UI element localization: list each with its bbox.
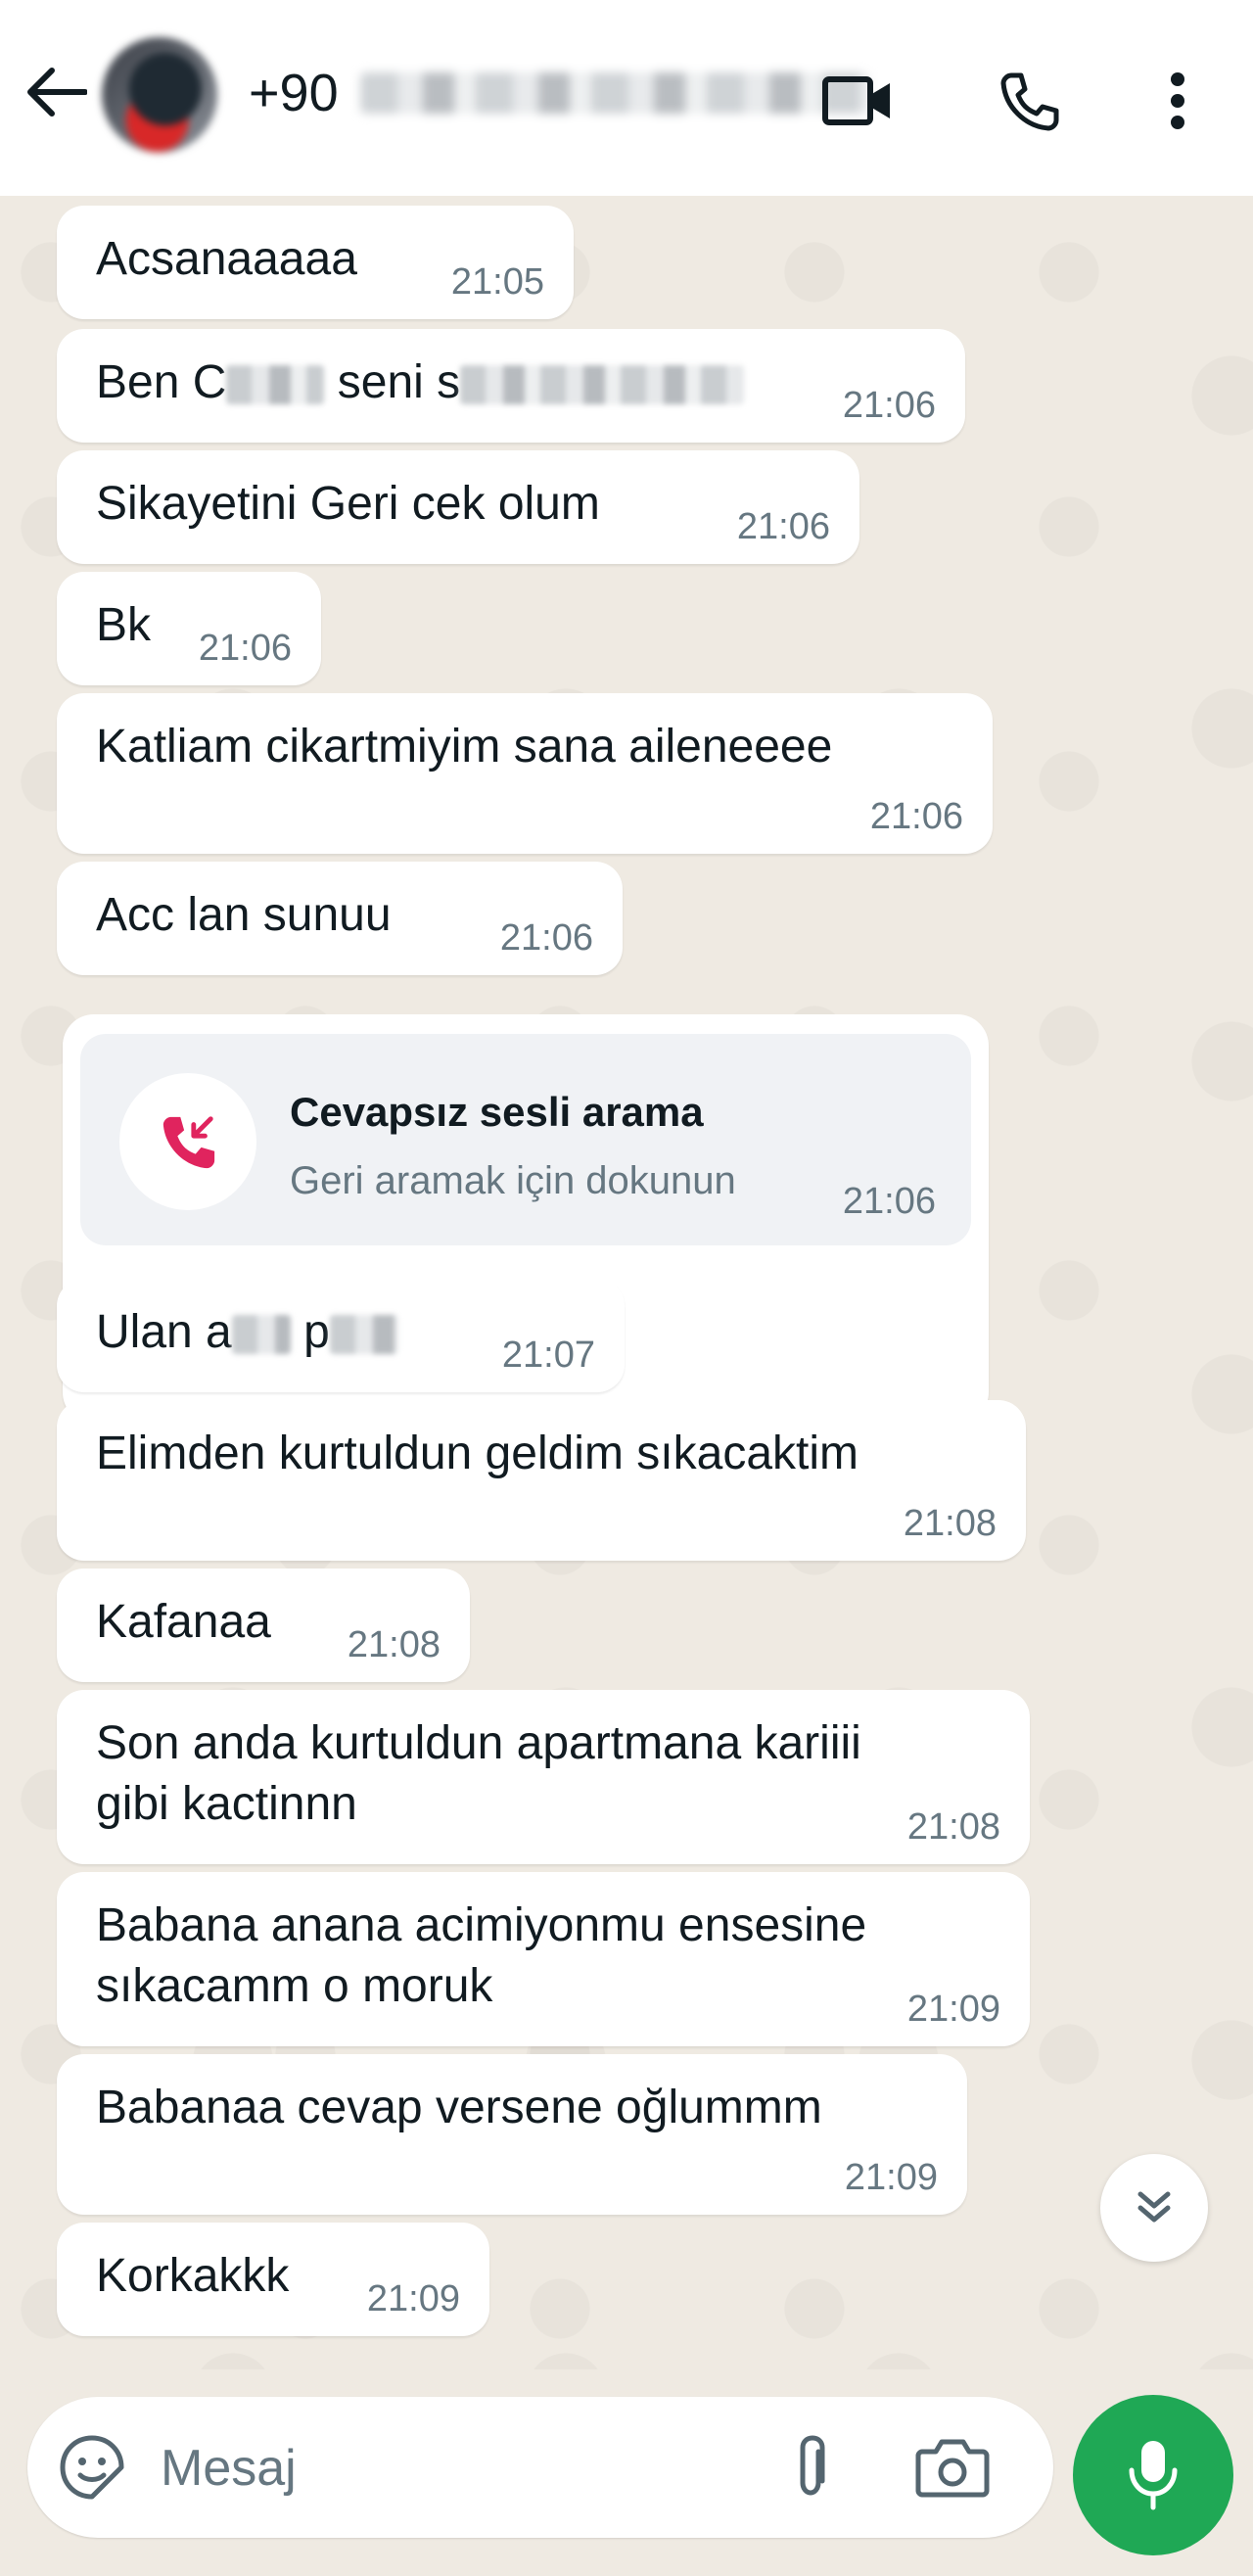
message-text-part: Ulan a xyxy=(96,1306,232,1358)
paperclip-icon[interactable] xyxy=(771,2428,850,2506)
missed-call-subtitle: Geri aramak için dokunun xyxy=(290,1159,736,1202)
message-bubble[interactable]: Babanaa cevap versene oğlummm 21:09 xyxy=(57,2054,967,2215)
message-input[interactable] xyxy=(159,2426,750,2510)
missed-call-icon xyxy=(119,1073,256,1210)
message-bubble[interactable]: Katliam cikartmiyim sana aileneeee 21:06 xyxy=(57,693,993,854)
message-bubble[interactable]: Bk 21:06 xyxy=(57,572,321,685)
message-bubble[interactable]: Elimden kurtuldun geldim sıkacaktim 21:0… xyxy=(57,1400,1026,1561)
message-time: 21:06 xyxy=(198,628,292,669)
camera-icon[interactable] xyxy=(908,2428,997,2506)
message-bubble[interactable]: Ben C seni s 21:06 xyxy=(57,329,965,443)
redacted-text xyxy=(231,1315,291,1355)
chat-area: Acsanaaaaa 21:05 Ben C seni s 21:06 Sika… xyxy=(0,196,1253,2389)
message-bubble[interactable]: Son anda kurtuldun apartmana kariiii gib… xyxy=(57,1690,1030,1864)
message-text-part: p xyxy=(290,1306,330,1358)
chat-header: +90 xyxy=(0,0,1253,196)
sticker-icon[interactable] xyxy=(53,2428,131,2506)
message-bubble[interactable]: Babana anana acimiyonmu ensesine sıkacam… xyxy=(57,1872,1030,2046)
more-vertical-icon[interactable] xyxy=(1134,57,1222,145)
message-text: Katliam cikartmiyim sana aileneeee xyxy=(96,721,833,773)
composer-bar xyxy=(0,2369,1253,2576)
missed-call-inner: Cevapsız sesli arama Geri aramak için do… xyxy=(80,1034,971,1245)
message-time: 21:06 xyxy=(736,506,830,547)
message-bubble[interactable]: Acsanaaaaa 21:05 xyxy=(57,206,574,319)
contact-phone-prefix: +90 xyxy=(249,64,339,122)
message-bubble[interactable]: Sikayetini Geri cek olum 21:06 xyxy=(57,450,859,564)
microphone-icon xyxy=(1129,2441,1178,2510)
message-bubble[interactable]: Korkakkk 21:09 xyxy=(57,2223,489,2336)
message-bubble[interactable]: Ulan a p 21:07 xyxy=(57,1279,625,1392)
message-time: 21:09 xyxy=(906,1989,1000,2030)
message-text: Elimden kurtuldun geldim sıkacaktim xyxy=(96,1428,859,1479)
message-time: 21:08 xyxy=(903,1503,997,1544)
message-time: 21:09 xyxy=(844,2157,938,2198)
video-camera-icon[interactable] xyxy=(814,57,903,145)
message-time: 21:06 xyxy=(842,385,936,426)
back-arrow-icon[interactable] xyxy=(22,57,92,127)
contact-name[interactable]: +90 xyxy=(249,63,869,123)
message-line: Babana anana acimiyonmu ensesine xyxy=(96,1899,867,1951)
microphone-button[interactable] xyxy=(1073,2395,1233,2555)
message-time: 21:09 xyxy=(366,2278,460,2319)
message-bubble[interactable]: Acc lan sunuu 21:06 xyxy=(57,862,623,975)
contact-avatar[interactable] xyxy=(102,37,217,153)
message-time: 21:08 xyxy=(347,1624,441,1665)
chevron-double-down-icon xyxy=(1137,2191,1171,2223)
missed-call-title: Cevapsız sesli arama xyxy=(290,1089,704,1135)
contact-phone-redacted xyxy=(359,72,869,114)
composer-pill xyxy=(27,2397,1053,2538)
message-time: 21:07 xyxy=(501,1335,595,1376)
message-text: Son anda kurtuldun apartmana kariiii gib… xyxy=(96,1713,995,1835)
scroll-to-bottom-button[interactable] xyxy=(1100,2154,1208,2262)
message-time: 21:08 xyxy=(906,1806,1000,1848)
message-text-part: Ben C xyxy=(96,356,227,408)
message-line: Son anda kurtuldun apartmana kariiii xyxy=(96,1717,861,1769)
phone-icon[interactable] xyxy=(985,57,1073,145)
message-text: Ben C seni s xyxy=(96,352,930,413)
redacted-text xyxy=(329,1315,398,1355)
redacted-text xyxy=(460,365,745,405)
message-text: Babana anana acimiyonmu ensesine sıkacam… xyxy=(96,1896,995,2017)
message-text-part: seni s xyxy=(324,356,461,408)
message-text: Babanaa cevap versene oğlummm xyxy=(96,2082,822,2133)
message-time: 21:05 xyxy=(450,261,544,303)
message-text: Sikayetini Geri cek olum xyxy=(96,478,600,530)
message-bubble[interactable]: Kafanaa 21:08 xyxy=(57,1569,470,1682)
redacted-text xyxy=(226,365,325,405)
message-time: 21:06 xyxy=(869,796,963,837)
message-time: 21:06 xyxy=(499,917,593,959)
message-time: 21:06 xyxy=(842,1181,936,1222)
message-line: sıkacamm o moruk xyxy=(96,1960,493,2012)
message-line: gibi kactinnn xyxy=(96,1778,357,1830)
